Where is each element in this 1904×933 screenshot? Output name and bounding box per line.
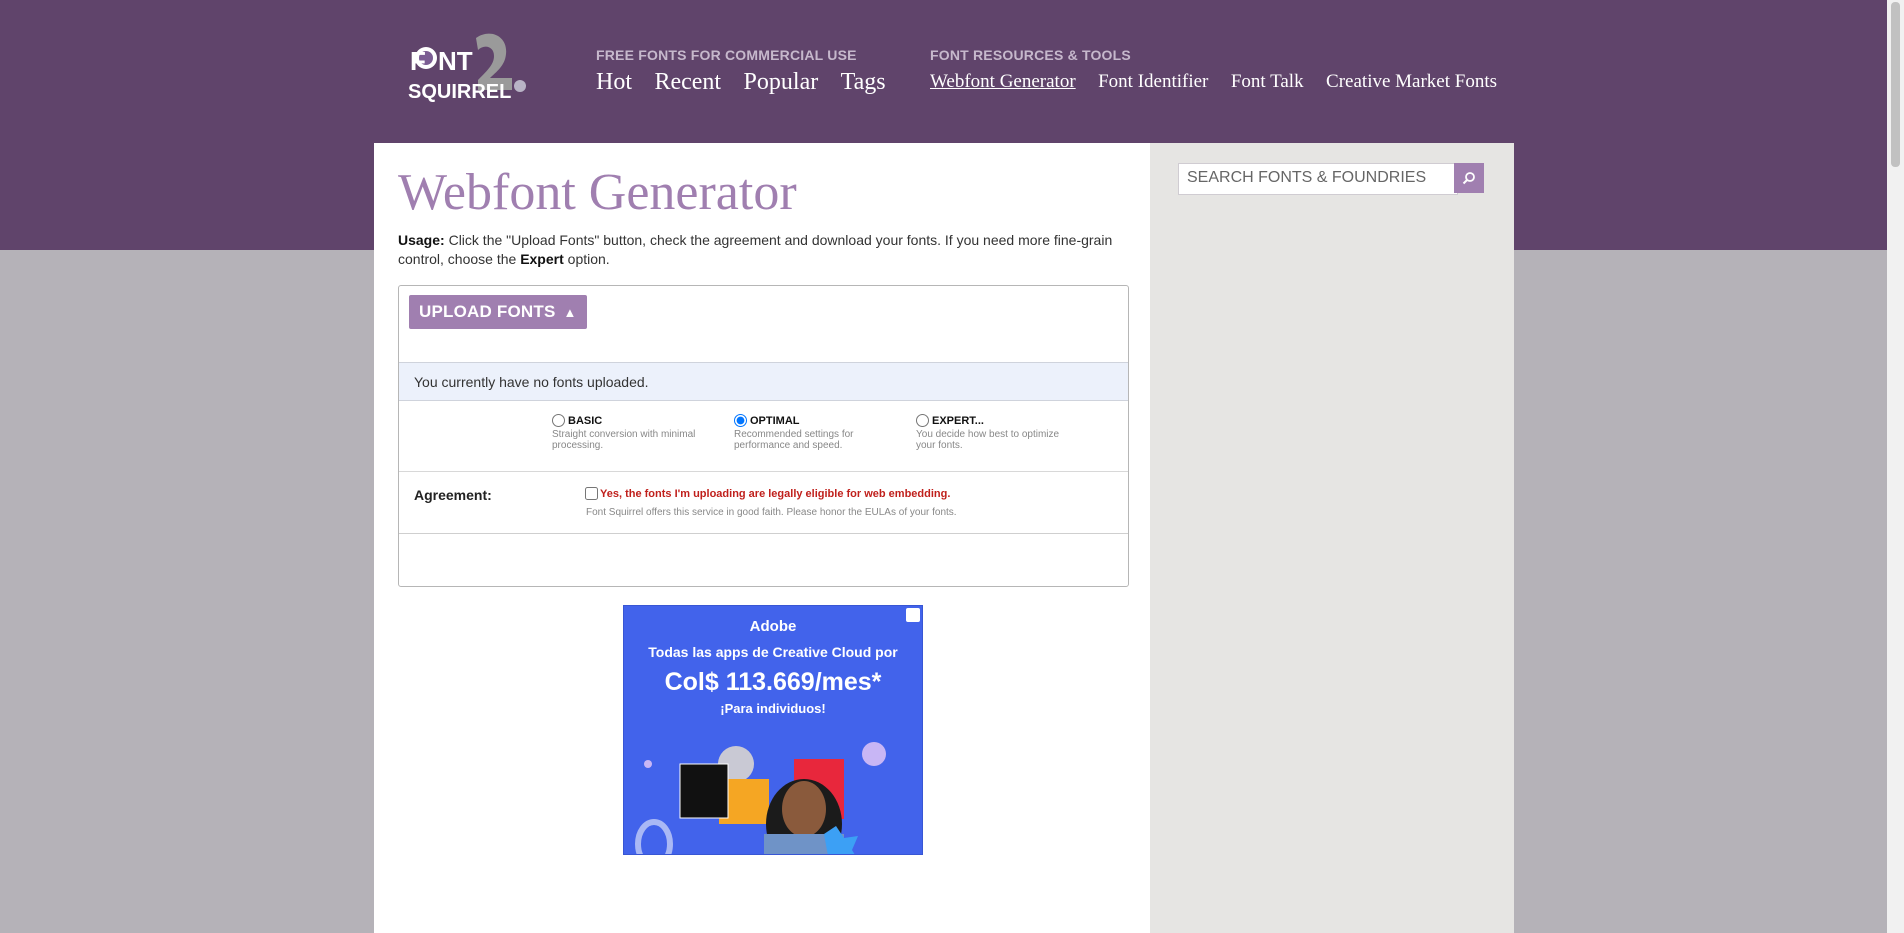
search-input[interactable] [1179,164,1455,192]
ad-price: Col$ 113.669/mes* [664,668,882,696]
mode-expert-desc: You decide how best to optimize your fon… [916,429,1060,451]
mode-selector: BASIC Straight conversion with minimal p… [399,402,1128,472]
ad-legal-text [904,676,916,826]
agreement-label: Agreement: [414,487,492,503]
mode-expert: EXPERT... You decide how best to optimiz… [916,414,1066,451]
site-header: F NT SQUIRREL FREE FONTS FOR COMMERCIAL … [374,0,1514,143]
search-button[interactable] [1454,163,1484,193]
usage-label: Usage: [398,232,445,248]
ad-artwork [635,742,886,854]
agreement-note: Font Squirrel offers this service in goo… [586,507,957,518]
usage-text-end: option. [563,251,610,267]
upload-fonts-button[interactable]: UPLOAD FONTS ▲ [409,295,587,329]
free-fonts-heading: FREE FONTS FOR COMMERCIAL USE [596,47,857,63]
ad-brand: Adobe [749,618,797,635]
page-title: Webfont Generator [398,164,797,221]
mode-basic-radio[interactable] [552,414,565,427]
sidebar [1150,143,1514,933]
nav-popular[interactable]: Popular [744,69,819,95]
agreement-checkbox[interactable] [585,487,598,500]
mode-optimal-desc: Recommended settings for performance and… [734,429,854,451]
ad-subline: ¡Para individuos! [720,701,826,716]
free-fonts-nav: FREE FONTS FOR COMMERCIAL USE Hot Recent… [596,47,904,96]
search-box [1178,163,1458,195]
mode-expert-label: EXPERT... [932,414,984,427]
svg-text:SQUIRREL: SQUIRREL [408,81,511,103]
usage-instructions: Usage: Click the "Upload Fonts" button, … [398,231,1138,269]
resources-heading: FONT RESOURCES & TOOLS [930,47,1131,63]
mode-optimal: OPTIMAL Recommended settings for perform… [734,414,884,451]
font-squirrel-logo[interactable]: F NT SQUIRREL [404,32,536,106]
search-icon [1462,172,1475,185]
generator-panel: UPLOAD FONTS ▲ You currently have no fon… [398,285,1129,587]
nav-creative-market-fonts[interactable]: Creative Market Fonts [1326,71,1497,92]
nav-tags[interactable]: Tags [841,69,886,95]
mode-basic-label: BASIC [568,414,603,427]
nav-webfont-generator[interactable]: Webfont Generator [930,71,1076,92]
usage-expert: Expert [520,251,564,267]
svg-text:F: F [410,46,426,76]
agreement-row: Agreement: Yes, the fonts I'm uploading … [399,472,1128,534]
mode-optimal-label: OPTIMAL [750,414,800,427]
scrollbar-thumb[interactable] [1891,2,1900,167]
mode-basic-desc: Straight conversion with minimal process… [552,429,696,451]
nav-font-talk[interactable]: Font Talk [1231,71,1304,92]
nav-hot[interactable]: Hot [596,69,632,95]
scrollbar[interactable] [1887,0,1904,933]
agreement-text: Yes, the fonts I'm uploading are legally… [600,487,951,500]
nav-recent[interactable]: Recent [654,69,721,95]
advertisement[interactable]: Adobe Todas las apps de Creative Cloud p… [623,605,923,855]
arrow-up-icon: ▲ [563,304,577,320]
mode-basic: BASIC Straight conversion with minimal p… [552,414,702,451]
usage-text: Click the "Upload Fonts" button, check t… [398,232,1113,267]
nav-font-identifier[interactable]: Font Identifier [1098,71,1208,92]
svg-text:NT: NT [438,46,473,76]
ad-headline: Todas las apps de Creative Cloud por [648,644,898,660]
upload-status: You currently have no fonts uploaded. [399,362,1128,401]
mode-expert-radio[interactable] [916,414,929,427]
mode-optimal-radio[interactable] [734,414,747,427]
upload-fonts-label: UPLOAD FONTS [419,302,556,321]
resources-nav: FONT RESOURCES & TOOLS Webfont Generator… [930,47,1515,93]
